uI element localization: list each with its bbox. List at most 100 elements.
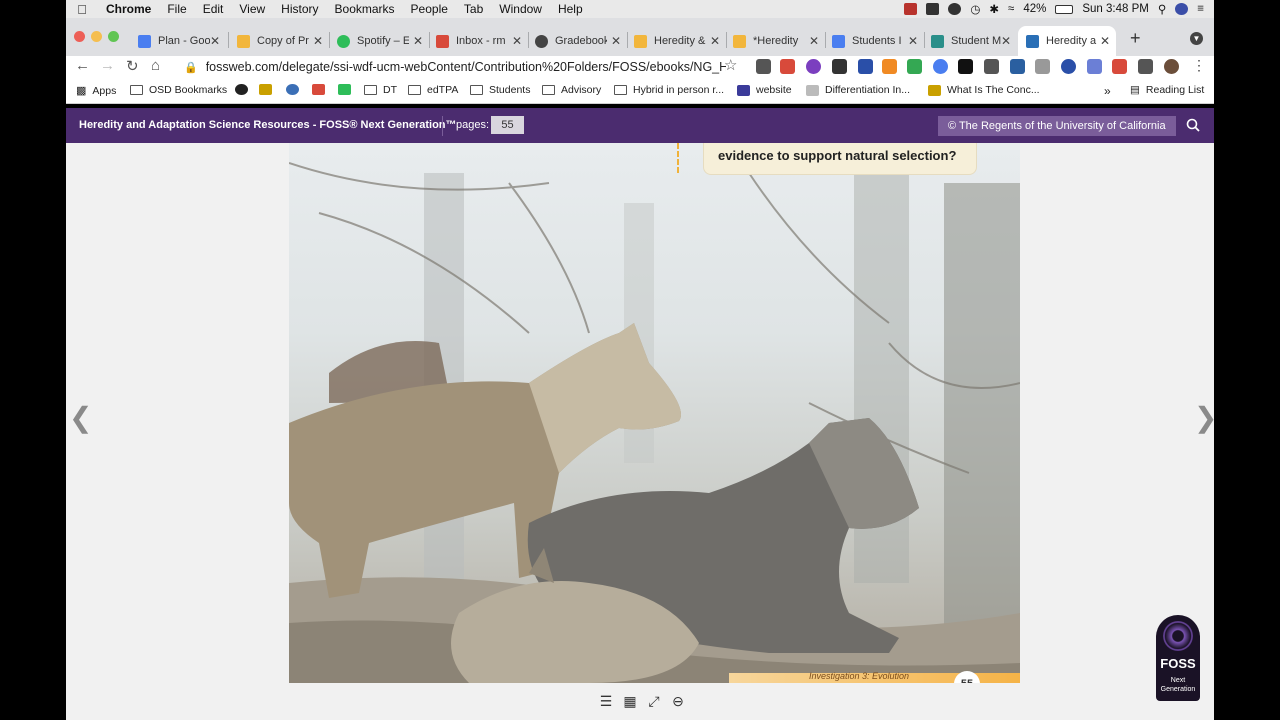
bookmarks-overflow-icon[interactable]: » <box>1104 84 1111 98</box>
close-icon[interactable]: ✕ <box>809 34 819 48</box>
close-icon[interactable]: ✕ <box>1001 34 1011 48</box>
extension-icon[interactable] <box>984 59 999 74</box>
wifi-icon[interactable]: ≈ <box>1008 3 1014 15</box>
table-of-contents-icon[interactable]: ☰ <box>598 693 614 709</box>
zoom-window-button[interactable] <box>108 31 119 42</box>
close-icon[interactable]: ✕ <box>710 34 720 48</box>
bookmark-item[interactable]: Differentiation In... <box>806 84 910 96</box>
page-number-input[interactable]: 55 <box>491 116 524 134</box>
bookmark-item[interactable]: What Is The Conc... <box>928 84 1040 96</box>
bookmark-folder[interactable]: Hybrid in person r... <box>614 84 724 96</box>
extension-icon[interactable] <box>1112 59 1127 74</box>
extension-icon[interactable] <box>1087 59 1102 74</box>
extension-icon[interactable] <box>907 59 922 74</box>
url-text[interactable]: fossweb.com/delegate/ssi-wdf-ucm-webCont… <box>206 60 726 74</box>
status-app-icon[interactable] <box>904 3 918 15</box>
control-center-icon[interactable]: ≡ <box>1197 3 1204 15</box>
new-tab-button[interactable]: + <box>1130 28 1141 49</box>
more-menu-icon[interactable]: ⋮ <box>1192 57 1206 74</box>
reading-list-button[interactable]: ▤ Reading List <box>1130 84 1204 96</box>
thumbnails-grid-icon[interactable]: ▦ <box>622 693 638 709</box>
bookmark-star-icon[interactable]: ☆ <box>724 56 737 74</box>
browser-tab[interactable]: Student M ✕ <box>923 26 1017 56</box>
bookmark-item[interactable] <box>338 84 357 95</box>
browser-tab[interactable]: Students I ✕ <box>824 26 924 56</box>
battery-icon[interactable] <box>1055 4 1074 14</box>
browser-tab[interactable]: Heredity & ✕ <box>626 26 726 56</box>
menu-app-name[interactable]: Chrome <box>98 2 159 16</box>
close-icon[interactable]: ✕ <box>210 34 220 48</box>
menu-people[interactable]: People <box>403 2 456 16</box>
fullscreen-icon[interactable]: ⤢ <box>646 693 662 709</box>
lock-icon[interactable]: 🔒 <box>184 61 198 74</box>
home-button[interactable]: ⌂ <box>151 57 160 74</box>
close-icon[interactable]: ✕ <box>512 34 522 48</box>
bookmark-folder[interactable]: Advisory <box>542 84 601 96</box>
extension-icon[interactable] <box>780 59 795 74</box>
extension-icon[interactable] <box>882 59 897 74</box>
apple-icon[interactable]:  <box>66 2 98 17</box>
search-icon[interactable] <box>1186 118 1200 132</box>
bookmark-folder[interactable]: DT <box>364 84 397 96</box>
menu-edit[interactable]: Edit <box>195 2 232 16</box>
forward-button[interactable]: → <box>100 57 115 74</box>
prev-page-arrow-icon[interactable]: ❮ <box>69 401 92 434</box>
browser-tab[interactable]: Spotify – E ✕ <box>329 26 429 56</box>
extension-icon[interactable] <box>806 59 821 74</box>
address-bar[interactable]: 🔒 fossweb.com/delegate/ssi-wdf-ucm-webCo… <box>174 56 744 78</box>
bookmark-item[interactable] <box>312 84 331 95</box>
browser-tab[interactable]: *Heredity ✕ <box>725 26 825 56</box>
menu-bookmarks[interactable]: Bookmarks <box>327 2 403 16</box>
bookmark-folder[interactable]: edTPA <box>408 84 458 96</box>
minimize-window-button[interactable] <box>91 31 102 42</box>
next-page-arrow-icon[interactable]: ❯ <box>1194 401 1217 434</box>
menu-tab[interactable]: Tab <box>456 2 491 16</box>
bookmark-item[interactable] <box>286 84 305 95</box>
menu-window[interactable]: Window <box>491 2 550 16</box>
close-window-button[interactable] <box>74 31 85 42</box>
extension-icon[interactable] <box>832 59 847 74</box>
bookmark-item[interactable] <box>259 84 278 95</box>
extension-icon[interactable] <box>958 59 973 74</box>
puzzle-icon[interactable] <box>1138 59 1153 74</box>
extension-icon[interactable] <box>1010 59 1025 74</box>
extension-icon[interactable] <box>1035 59 1050 74</box>
bookmark-item[interactable] <box>235 84 254 95</box>
extension-icon[interactable] <box>858 59 873 74</box>
menu-view[interactable]: View <box>231 2 273 16</box>
bookmark-item[interactable]: website <box>737 84 792 96</box>
bookmark-apps[interactable]: ▩ Apps <box>76 84 116 98</box>
status-app-icon[interactable] <box>948 3 962 15</box>
close-icon[interactable]: ✕ <box>1100 34 1110 48</box>
extension-icon[interactable] <box>756 59 771 74</box>
extension-icon[interactable] <box>933 59 948 74</box>
copyright-link[interactable]: © The Regents of the University of Calif… <box>938 116 1176 136</box>
back-button[interactable]: ← <box>75 57 90 74</box>
status-app-icon[interactable] <box>926 3 940 15</box>
menu-history[interactable]: History <box>273 2 326 16</box>
close-icon[interactable]: ✕ <box>908 34 918 48</box>
extension-icon[interactable] <box>1061 59 1076 74</box>
avatar[interactable] <box>1164 59 1179 74</box>
close-icon[interactable]: ✕ <box>413 34 423 48</box>
menu-help[interactable]: Help <box>550 2 591 16</box>
zoom-out-icon[interactable]: ⊖ <box>670 693 686 709</box>
bookmark-folder[interactable]: Students <box>470 84 530 96</box>
close-icon[interactable]: ✕ <box>611 34 621 48</box>
spotlight-icon[interactable]: ⚲ <box>1158 2 1166 16</box>
clock[interactable]: Sun 3:48 PM <box>1082 3 1148 15</box>
browser-tab[interactable]: Copy of Pr ✕ <box>229 26 329 56</box>
battery-percent[interactable]: 42% <box>1023 3 1046 15</box>
browser-tab[interactable]: Plan - Goo ✕ <box>130 26 226 56</box>
bluetooth-icon[interactable]: ✱ <box>989 2 999 16</box>
time-machine-icon[interactable]: ◷ <box>970 2 980 16</box>
siri-icon[interactable] <box>1175 3 1189 15</box>
browser-tab[interactable]: Inbox - rm ✕ <box>428 26 528 56</box>
reload-button[interactable]: ↻ <box>126 57 139 75</box>
browser-tab-active[interactable]: Heredity a ✕ <box>1018 26 1116 56</box>
browser-tab[interactable]: Gradebook ✕ <box>527 26 627 56</box>
bookmark-folder[interactable]: OSD Bookmarks <box>130 84 227 96</box>
tab-search-icon[interactable]: ▼ <box>1190 32 1203 45</box>
close-icon[interactable]: ✕ <box>313 34 323 48</box>
menu-file[interactable]: File <box>159 2 194 16</box>
